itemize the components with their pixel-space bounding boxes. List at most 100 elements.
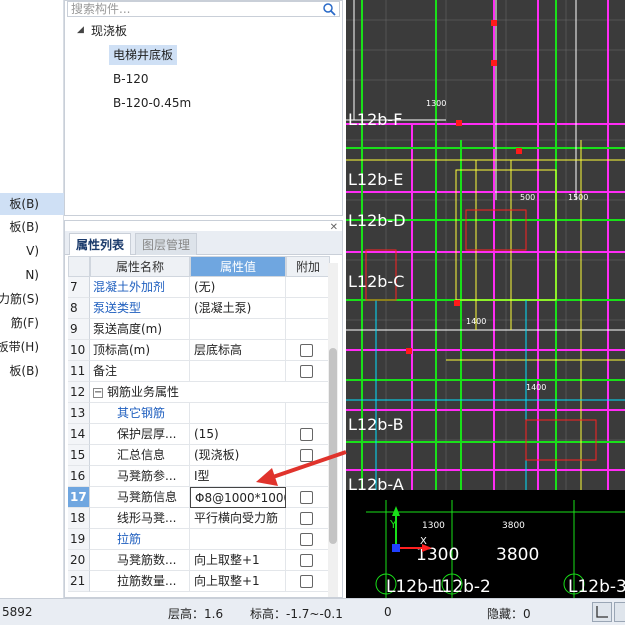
property-name: 顶标高(m) bbox=[90, 340, 190, 361]
extra-checkbox[interactable] bbox=[300, 575, 313, 588]
property-row[interactable]: 9 泵送高度(m) bbox=[68, 319, 330, 340]
collapse-arrow-icon[interactable]: ◢ bbox=[77, 25, 84, 35]
property-extra-cell bbox=[286, 571, 330, 592]
nav-item-label: 板(B) bbox=[9, 220, 39, 234]
row-number: 8 bbox=[68, 298, 90, 319]
row-number: 9 bbox=[68, 319, 90, 340]
property-value[interactable]: (混凝土泵) bbox=[190, 298, 286, 319]
nav-item-slab[interactable]: 板(B) bbox=[0, 193, 64, 215]
axis-label-a: L12b-A bbox=[348, 475, 404, 494]
tab-property-list[interactable]: 属性列表 bbox=[69, 233, 132, 255]
dim-label: 1300 bbox=[426, 99, 446, 108]
tree-item-b120[interactable]: B-120 bbox=[113, 69, 148, 89]
property-name-text: 钢筋业务属性 bbox=[107, 385, 180, 399]
cad-drawing-canvas[interactable]: 1300 1400 500 1500 1400 L12b-F L12b-E L1… bbox=[346, 0, 625, 598]
property-name: 拉筋数量... bbox=[90, 571, 190, 592]
properties-tabs: 属性列表 图层管理 bbox=[65, 231, 342, 255]
scrollbar-thumb[interactable] bbox=[329, 348, 337, 544]
search-input[interactable]: 搜索构件... bbox=[67, 1, 340, 17]
property-row[interactable]: 12− 钢筋业务属性 bbox=[68, 382, 330, 403]
property-name: 马凳筋信息 bbox=[90, 487, 190, 508]
property-extra-cell bbox=[286, 424, 330, 445]
collapse-group-icon[interactable]: − bbox=[93, 387, 103, 398]
property-row[interactable]: 16 马凳筋参... Ⅰ型 bbox=[68, 466, 330, 487]
ortho-toggle-button[interactable] bbox=[592, 602, 612, 622]
row-number: 12 bbox=[68, 382, 90, 403]
nav-item-slab-b[interactable]: 板(B) bbox=[0, 360, 64, 382]
nav-item-slab-2[interactable]: 板(B) bbox=[0, 216, 64, 238]
tab-layer-manager[interactable]: 图层管理 bbox=[135, 233, 198, 255]
nav-item-label: N) bbox=[25, 268, 39, 282]
property-extra-cell bbox=[286, 529, 330, 550]
dim-label: 1300 bbox=[422, 521, 445, 531]
property-row[interactable]: 13 其它钢筋 bbox=[68, 403, 330, 424]
extra-checkbox[interactable] bbox=[300, 512, 313, 525]
property-row[interactable]: 15 汇总信息 (现浇板) bbox=[68, 445, 330, 466]
tree-root[interactable]: 现浇板 bbox=[91, 21, 127, 41]
property-row[interactable]: 7 混凝土外加剂 (无) bbox=[68, 277, 330, 298]
property-row[interactable]: 14 保护层厚... (15) bbox=[68, 424, 330, 445]
property-extra-cell bbox=[286, 487, 330, 508]
property-name-text: 拉筋 bbox=[117, 532, 142, 546]
nav-item-rebar-s[interactable]: 力筋(S) bbox=[0, 288, 64, 310]
property-name-text: 泵送类型 bbox=[93, 301, 142, 315]
property-row[interactable]: 19 拉筋 bbox=[68, 529, 330, 550]
property-extra-cell bbox=[286, 445, 330, 466]
nav-item-slab-strip[interactable]: 板带(H) bbox=[0, 336, 64, 358]
extra-checkbox[interactable] bbox=[300, 554, 313, 567]
property-extra-cell bbox=[286, 466, 330, 487]
ucs-x-label: X bbox=[420, 536, 427, 547]
property-name: − 钢筋业务属性 bbox=[90, 382, 330, 403]
property-value[interactable]: 平行横向受力筋 bbox=[190, 508, 286, 529]
property-value[interactable] bbox=[190, 361, 286, 382]
property-row[interactable]: 8 泵送类型 (混凝土泵) bbox=[68, 298, 330, 319]
property-value[interactable]: (无) bbox=[190, 277, 286, 298]
vertical-scrollbar[interactable] bbox=[328, 263, 338, 597]
header-value[interactable]: 属性值 bbox=[190, 256, 286, 277]
nav-item-v[interactable]: V) bbox=[0, 240, 64, 262]
property-extra-cell bbox=[286, 508, 330, 529]
property-row[interactable]: 11 备注 bbox=[68, 361, 330, 382]
extra-checkbox[interactable] bbox=[300, 428, 313, 441]
nav-item-label: 筋(F) bbox=[10, 316, 39, 330]
property-name: 马凳筋数... bbox=[90, 550, 190, 571]
property-value[interactable]: 向上取整+1 bbox=[190, 550, 286, 571]
property-name: 马凳筋参... bbox=[90, 466, 190, 487]
nav-item-n[interactable]: N) bbox=[0, 264, 64, 286]
property-extra-cell bbox=[286, 403, 330, 424]
property-value[interactable] bbox=[190, 319, 286, 340]
property-value[interactable] bbox=[190, 403, 286, 424]
property-row[interactable]: 21 拉筋数量... 向上取整+1 bbox=[68, 571, 330, 592]
nav-item-rebar-f[interactable]: 筋(F) bbox=[0, 312, 64, 334]
property-row[interactable]: 18 线形马凳... 平行横向受力筋 bbox=[68, 508, 330, 529]
extra-checkbox[interactable] bbox=[300, 533, 313, 546]
property-row[interactable]: 10 顶标高(m) 层底标高 bbox=[68, 340, 330, 361]
extra-checkbox[interactable] bbox=[300, 449, 313, 462]
property-value[interactable]: (15) bbox=[190, 424, 286, 445]
search-icon[interactable] bbox=[322, 2, 336, 16]
nav-item-label: V) bbox=[26, 244, 39, 258]
status-coord: 5892 bbox=[2, 605, 33, 619]
property-value[interactable]: Ⅰ型 bbox=[190, 466, 286, 487]
snap-toggle-button[interactable] bbox=[614, 602, 625, 622]
row-number: 7 bbox=[68, 277, 90, 298]
tree-item-b120-045[interactable]: B-120-0.45m bbox=[113, 93, 191, 113]
property-value[interactable]: 向上取整+1 bbox=[190, 571, 286, 592]
tree-item-elevator-pit-slab[interactable]: 电梯井底板 bbox=[109, 45, 178, 65]
extra-checkbox[interactable] bbox=[300, 491, 313, 504]
dim-label: 1400 bbox=[466, 317, 486, 326]
property-name: 泵送高度(m) bbox=[90, 319, 190, 340]
property-name-text: 保护层厚... bbox=[117, 427, 177, 441]
property-value[interactable]: 层底标高 bbox=[190, 340, 286, 361]
property-row[interactable]: 20 马凳筋数... 向上取整+1 bbox=[68, 550, 330, 571]
nav-item-label: 板(B) bbox=[9, 197, 39, 211]
property-value[interactable] bbox=[190, 529, 286, 550]
extra-checkbox[interactable] bbox=[300, 365, 313, 378]
status-hidden: 隐藏：0 bbox=[487, 607, 531, 621]
property-value[interactable]: (现浇板) bbox=[190, 445, 286, 466]
extra-checkbox[interactable] bbox=[300, 344, 313, 357]
row-number: 13 bbox=[68, 403, 90, 424]
property-row[interactable]: 17 马凳筋信息 Φ8@1000*1000 bbox=[68, 487, 330, 508]
property-extra-cell bbox=[286, 319, 330, 340]
property-value-editor[interactable]: Φ8@1000*1000 bbox=[190, 487, 286, 508]
